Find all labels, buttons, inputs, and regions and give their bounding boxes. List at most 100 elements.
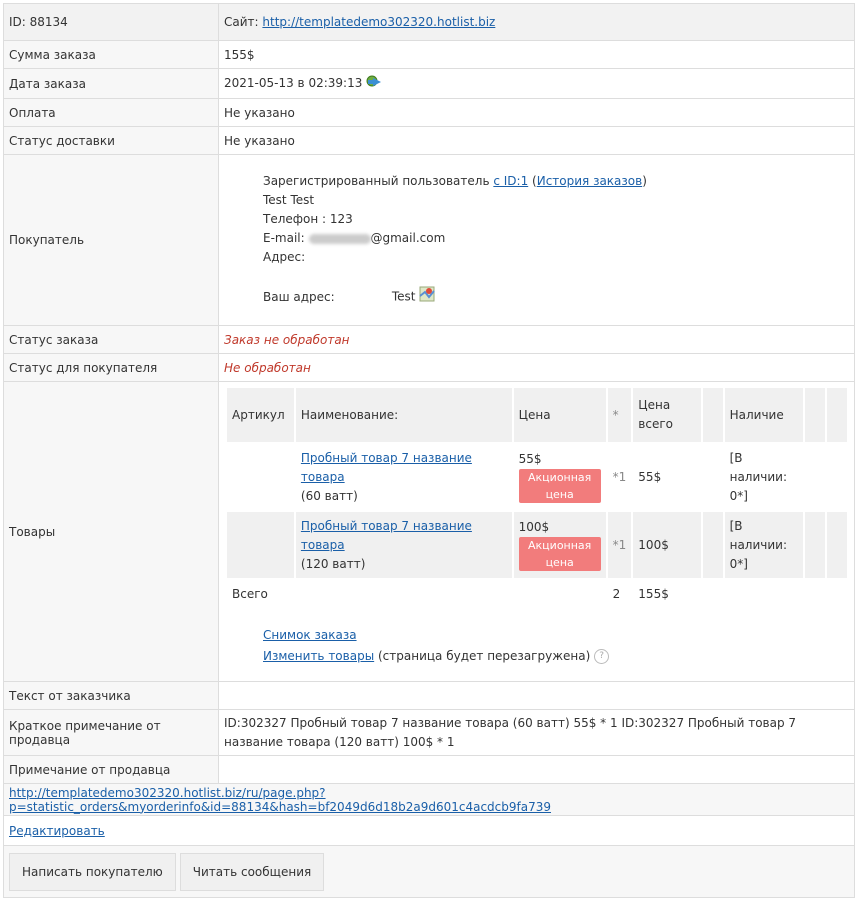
seller-note-value <box>218 755 855 784</box>
edit-row: Редактировать <box>3 815 855 846</box>
buyer-name: Test Test <box>263 193 315 207</box>
your-address-label: Ваш адрес: <box>263 289 335 304</box>
payment-row: Оплата Не указано <box>3 98 855 127</box>
col-availability: Наличие <box>722 386 806 444</box>
item-empty-3 <box>825 510 849 580</box>
goods-actions: Снимок заказа Изменить товары (страница … <box>224 610 849 667</box>
item-qty: *1 <box>605 442 634 512</box>
item-name-cell: Пробный товар 7 название товара (120 ват… <box>293 510 514 580</box>
col-total-price: Цена всего <box>631 386 703 444</box>
read-messages-button[interactable]: Читать сообщения <box>179 852 325 891</box>
date-label: Дата заказа <box>3 68 219 99</box>
edit-goods-link[interactable]: Изменить товары <box>263 649 374 663</box>
site-cell: Сайт: http://templatedemo302320.hotlist.… <box>218 3 855 41</box>
order-id: ID: 88134 <box>3 3 219 41</box>
promo-badge: Акционная цена <box>518 537 601 571</box>
buyer-status-value: Не обработан <box>218 353 855 382</box>
delivery-row: Статус доставки Не указано <box>3 126 855 155</box>
date-row: Дата заказа 2021-05-13 в 02:39:13 <box>3 68 855 99</box>
total-empty-5 <box>803 578 828 610</box>
item-link[interactable]: Пробный товар 7 название товара <box>301 451 472 484</box>
goods-total-row: Всего 2 155$ <box>225 578 849 610</box>
col-name: Наименование: <box>293 386 514 444</box>
col-empty-2 <box>803 386 828 444</box>
item-empty-1 <box>700 510 725 580</box>
item-availability: [В наличии: 0*] <box>722 442 806 512</box>
col-empty-3 <box>825 386 849 444</box>
sum-label: Сумма заказа <box>3 40 219 69</box>
total-empty-6 <box>825 578 849 610</box>
order-status-row: Статус заказа Заказ не обработан <box>3 325 855 354</box>
buttons-row: Написать покупателю Читать сообщения <box>3 845 855 898</box>
order-history-link[interactable]: История заказов <box>537 174 643 188</box>
sum-row: Сумма заказа 155$ <box>3 40 855 69</box>
seller-short-label: Краткое примечание от продавца <box>3 709 219 756</box>
col-empty-1 <box>700 386 725 444</box>
header-row: ID: 88134 Сайт: http://templatedemo30232… <box>3 3 855 41</box>
snapshot-link[interactable]: Снимок заказа <box>263 628 357 642</box>
email-label: E-mail: <box>263 231 305 245</box>
item-total: 100$ <box>631 510 703 580</box>
payment-value: Не указано <box>218 98 855 127</box>
seller-note-label: Примечание от продавца <box>3 755 219 784</box>
map-icon[interactable] <box>419 286 436 308</box>
seller-note-row: Примечание от продавца <box>3 755 855 784</box>
order-url-row: http://templatedemo302320.hotlist.biz/ru… <box>3 783 855 816</box>
goods-label: Товары <box>3 381 219 682</box>
item-variant: (120 ватт) <box>300 556 366 571</box>
sum-value: 155$ <box>218 40 855 69</box>
total-empty-3 <box>700 578 725 610</box>
buyer-status-row: Статус для покупателя Не обработан <box>3 353 855 382</box>
buyer-your-address: Ваш адрес: Test <box>263 286 849 308</box>
user-id-link[interactable]: с ID:1 <box>493 174 528 188</box>
your-address-value: Test <box>391 289 416 304</box>
go-arrow-icon[interactable] <box>366 75 382 92</box>
delivery-label: Статус доставки <box>3 126 219 155</box>
order-info-table: ID: 88134 Сайт: http://templatedemo30232… <box>3 3 855 898</box>
item-price: 100$ <box>518 520 550 534</box>
goods-row: Товары Артикул Наименование: Цена * Цена… <box>3 381 855 682</box>
delivery-value: Не указано <box>218 126 855 155</box>
total-empty-4 <box>722 578 806 610</box>
email-domain: @gmail.com <box>370 231 446 245</box>
order-status-value: Заказ не обработан <box>218 325 855 354</box>
buyer-cell: Зарегистрированный пользователь с ID:1 (… <box>218 154 855 326</box>
total-label: Всего <box>225 578 296 610</box>
goods-table: Артикул Наименование: Цена * Цена всего … <box>225 386 849 610</box>
edit-link[interactable]: Редактировать <box>9 824 105 838</box>
item-empty-2 <box>803 510 828 580</box>
item-total: 55$ <box>631 442 703 512</box>
registered-text: Зарегистрированный пользователь <box>263 174 490 188</box>
item-empty-3 <box>825 442 849 512</box>
buyer-label: Покупатель <box>3 154 219 326</box>
buyer-info: Зарегистрированный пользователь с ID:1 (… <box>224 172 849 308</box>
item-availability: [В наличии: 0*] <box>722 510 806 580</box>
col-article: Артикул <box>225 386 296 444</box>
date-cell: 2021-05-13 в 02:39:13 <box>218 68 855 99</box>
buyer-row: Покупатель Зарегистрированный пользовате… <box>3 154 855 326</box>
order-url-link[interactable]: http://templatedemo302320.hotlist.biz/ru… <box>9 786 551 814</box>
item-qty: *1 <box>605 510 634 580</box>
buyer-registered-line: Зарегистрированный пользователь с ID:1 (… <box>263 174 647 188</box>
customer-text-label: Текст от заказчика <box>3 681 219 710</box>
payment-label: Оплата <box>3 98 219 127</box>
buyer-address: Адрес: <box>263 250 306 264</box>
item-variant: (60 ватт) <box>300 488 358 503</box>
total-empty-2 <box>511 578 608 610</box>
total-empty-1 <box>293 578 514 610</box>
write-buyer-button[interactable]: Написать покупателю <box>9 852 176 891</box>
site-link[interactable]: http://templatedemo302320.hotlist.biz <box>262 15 495 29</box>
buyer-phone: Телефон : 123 <box>263 212 353 226</box>
buttons-cell: Написать покупателю Читать сообщения <box>3 845 855 898</box>
item-article <box>225 510 296 580</box>
item-empty-2 <box>803 442 828 512</box>
item-price-cell: 100$ Акционная цена <box>511 510 608 580</box>
total-sum: 155$ <box>631 578 703 610</box>
customer-text-row: Текст от заказчика <box>3 681 855 710</box>
item-empty-1 <box>700 442 725 512</box>
question-icon[interactable]: ? <box>594 649 610 664</box>
item-price-cell: 55$ Акционная цена <box>511 442 608 512</box>
item-link[interactable]: Пробный товар 7 название товара <box>301 519 472 552</box>
item-price: 55$ <box>518 452 542 466</box>
